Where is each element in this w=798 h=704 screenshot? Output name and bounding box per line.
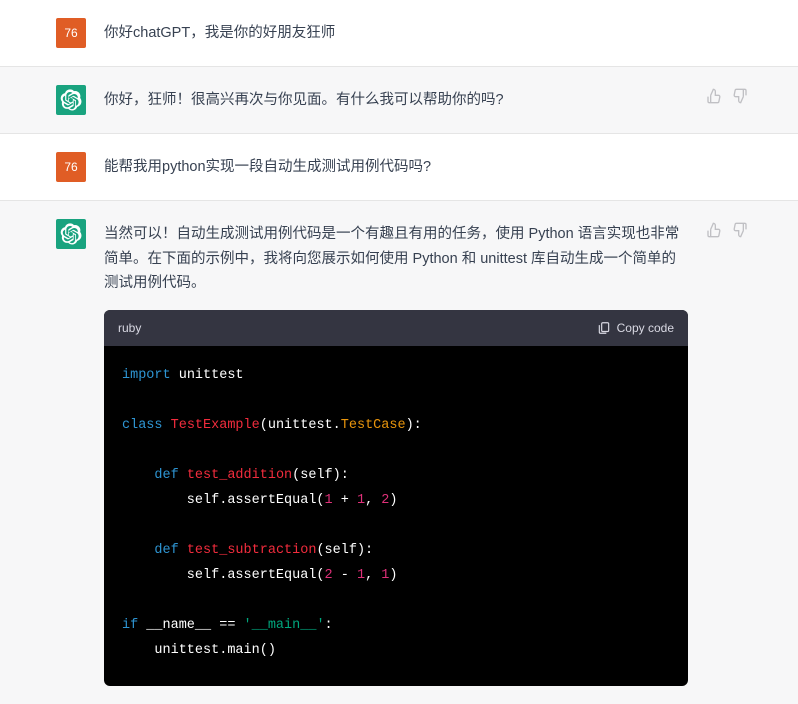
- message-body: 能帮我用python实现一段自动生成测试用例代码吗?: [104, 152, 748, 182]
- token-punct: ): [389, 493, 397, 508]
- user-avatar-label: 76: [64, 157, 77, 177]
- token-punct: (self):: [292, 468, 349, 483]
- message-row-assistant-2: 当然可以！自动生成测试用例代码是一个有趣且有用的任务，使用 Python 语言实…: [0, 201, 798, 704]
- token-keyword: def: [154, 468, 178, 483]
- copy-code-label: Copy code: [617, 318, 674, 338]
- token-number: 1: [357, 568, 365, 583]
- token-classname: TestExample: [171, 418, 260, 433]
- token-call: unittest.main(): [122, 643, 276, 658]
- token-classname: TestCase: [341, 418, 406, 433]
- message-text: 你好，狂师！很高兴再次与你见面。有什么我可以帮助你的吗?: [104, 92, 504, 108]
- message-text: 你好chatGPT，我是你的好朋友狂师: [104, 25, 335, 41]
- thumbs-up-icon[interactable]: [706, 222, 722, 686]
- token-fnname: test_subtraction: [187, 543, 317, 558]
- token-punct: (unittest.: [260, 418, 341, 433]
- token-keyword: import: [122, 368, 171, 383]
- token-punct: (self):: [316, 543, 373, 558]
- token-number: 1: [325, 493, 333, 508]
- message-text: 当然可以！自动生成测试用例代码是一个有趣且有用的任务，使用 Python 语言实…: [104, 226, 679, 291]
- token-op: -: [333, 568, 357, 583]
- clipboard-icon: [597, 321, 611, 335]
- openai-logo-icon: [60, 89, 82, 111]
- token-punct: :: [325, 618, 333, 633]
- token-keyword: def: [154, 543, 178, 558]
- copy-code-button[interactable]: Copy code: [597, 318, 674, 338]
- token-module: unittest: [179, 368, 244, 383]
- user-avatar: 76: [56, 152, 86, 182]
- openai-logo-icon: [60, 223, 82, 245]
- message-text: 能帮我用python实现一段自动生成测试用例代码吗?: [104, 159, 431, 175]
- token-punct: ,: [365, 568, 381, 583]
- token-op: +: [333, 493, 357, 508]
- token-call: self.assertEqual(: [122, 568, 325, 583]
- token-string: '__main__': [244, 618, 325, 633]
- message-actions: [706, 219, 748, 686]
- token-punct: ,: [365, 493, 381, 508]
- code-header: ruby Copy code: [104, 310, 688, 346]
- message-actions: [706, 85, 748, 115]
- token-var: __name__ ==: [138, 618, 243, 633]
- assistant-avatar: [56, 85, 86, 115]
- code-content[interactable]: import unittest class TestExample(unitte…: [104, 346, 688, 686]
- assistant-avatar: [56, 219, 86, 249]
- message-row-user-2: 76 能帮我用python实现一段自动生成测试用例代码吗?: [0, 134, 798, 201]
- token-punct: ):: [406, 418, 422, 433]
- message-body: 你好chatGPT，我是你的好朋友狂师: [104, 18, 748, 48]
- token-call: self.assertEqual(: [122, 493, 325, 508]
- token-keyword: if: [122, 618, 138, 633]
- code-block: ruby Copy code import unittest class Tes…: [104, 310, 688, 686]
- thumbs-up-icon[interactable]: [706, 88, 722, 115]
- message-row-user-1: 76 你好chatGPT，我是你的好朋友狂师: [0, 0, 798, 67]
- message-body: 当然可以！自动生成测试用例代码是一个有趣且有用的任务，使用 Python 语言实…: [104, 219, 688, 686]
- user-avatar: 76: [56, 18, 86, 48]
- code-language-label: ruby: [118, 318, 141, 338]
- token-number: 2: [325, 568, 333, 583]
- thumbs-down-icon[interactable]: [732, 88, 748, 115]
- token-punct: ): [389, 568, 397, 583]
- message-body: 你好，狂师！很高兴再次与你见面。有什么我可以帮助你的吗?: [104, 85, 688, 115]
- user-avatar-label: 76: [64, 23, 77, 43]
- token-number: 1: [357, 493, 365, 508]
- token-keyword: class: [122, 418, 163, 433]
- message-row-assistant-1: 你好，狂师！很高兴再次与你见面。有什么我可以帮助你的吗?: [0, 67, 798, 134]
- thumbs-down-icon[interactable]: [732, 222, 748, 686]
- token-fnname: test_addition: [187, 468, 292, 483]
